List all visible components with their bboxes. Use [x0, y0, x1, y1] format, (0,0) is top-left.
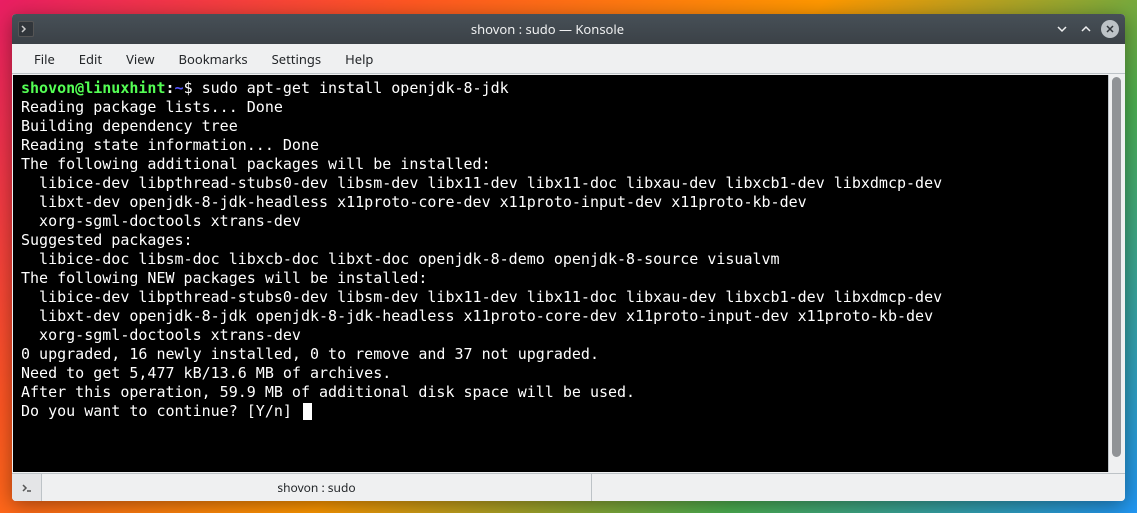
window-controls	[1053, 20, 1119, 38]
output-line: libxt-dev openjdk-8-jdk openjdk-8-jdk-he…	[21, 307, 933, 325]
app-icon	[18, 21, 34, 37]
terminal[interactable]: shovon@linuxhint:~$ sudo apt-get install…	[13, 75, 1108, 472]
output-line: xorg-sgml-doctools xtrans-dev	[21, 326, 301, 344]
prompt-colon: :	[166, 79, 175, 97]
prompt-user: shovon@linuxhint	[21, 79, 166, 97]
menu-view[interactable]: View	[114, 46, 166, 72]
close-button[interactable]	[1101, 20, 1119, 38]
scrollbar-thumb[interactable]	[1112, 77, 1121, 457]
output-line: Need to get 5,477 kB/13.6 MB of archives…	[21, 364, 391, 382]
output-line: Do you want to continue? [Y/n]	[21, 402, 301, 420]
new-tab-button[interactable]	[12, 474, 42, 501]
tabbar: shovon : sudo	[12, 473, 1125, 501]
terminal-container: shovon@linuxhint:~$ sudo apt-get install…	[13, 75, 1124, 472]
output-line: The following additional packages will b…	[21, 155, 491, 173]
output-line: Reading package lists... Done	[21, 98, 283, 116]
prompt-path: ~	[175, 79, 184, 97]
menu-bookmarks[interactable]: Bookmarks	[167, 46, 260, 72]
output-line: libice-dev libpthread-stubs0-dev libsm-d…	[21, 288, 942, 306]
output-line: 0 upgraded, 16 newly installed, 0 to rem…	[21, 345, 599, 363]
menu-edit[interactable]: Edit	[67, 46, 114, 72]
output-line: libice-dev libpthread-stubs0-dev libsm-d…	[21, 174, 942, 192]
terminal-prompt-icon	[21, 482, 33, 494]
chevron-down-icon	[1056, 23, 1068, 35]
menu-settings[interactable]: Settings	[260, 46, 333, 72]
window-title: shovon : sudo — Konsole	[42, 20, 1053, 38]
output-line: Reading state information... Done	[21, 136, 319, 154]
minimize-button[interactable]	[1053, 20, 1071, 38]
output-line: libice-doc libsm-doc libxcb-doc libxt-do…	[21, 250, 780, 268]
menu-file[interactable]: File	[22, 46, 67, 72]
output-line: Suggested packages:	[21, 231, 193, 249]
konsole-window: shovon : sudo — Konsole File Edit View	[12, 14, 1125, 501]
cursor	[303, 403, 312, 420]
output-line: After this operation, 59.9 MB of additio…	[21, 383, 635, 401]
menubar: File Edit View Bookmarks Settings Help	[12, 44, 1125, 74]
terminal-icon	[21, 24, 31, 34]
prompt-dollar: $	[184, 79, 202, 97]
output-line: The following NEW packages will be insta…	[21, 269, 427, 287]
titlebar[interactable]: shovon : sudo — Konsole	[12, 14, 1125, 44]
scrollbar[interactable]	[1108, 75, 1124, 472]
command-text: sudo apt-get install openjdk-8-jdk	[202, 79, 509, 97]
menu-help[interactable]: Help	[333, 46, 385, 72]
close-icon	[1105, 24, 1115, 34]
output-line: xorg-sgml-doctools xtrans-dev	[21, 212, 301, 230]
maximize-button[interactable]	[1077, 20, 1095, 38]
chevron-up-icon	[1080, 23, 1092, 35]
tab-active[interactable]: shovon : sudo	[42, 474, 592, 501]
output-line: libxt-dev openjdk-8-jdk-headless x11prot…	[21, 193, 807, 211]
output-line: Building dependency tree	[21, 117, 301, 135]
